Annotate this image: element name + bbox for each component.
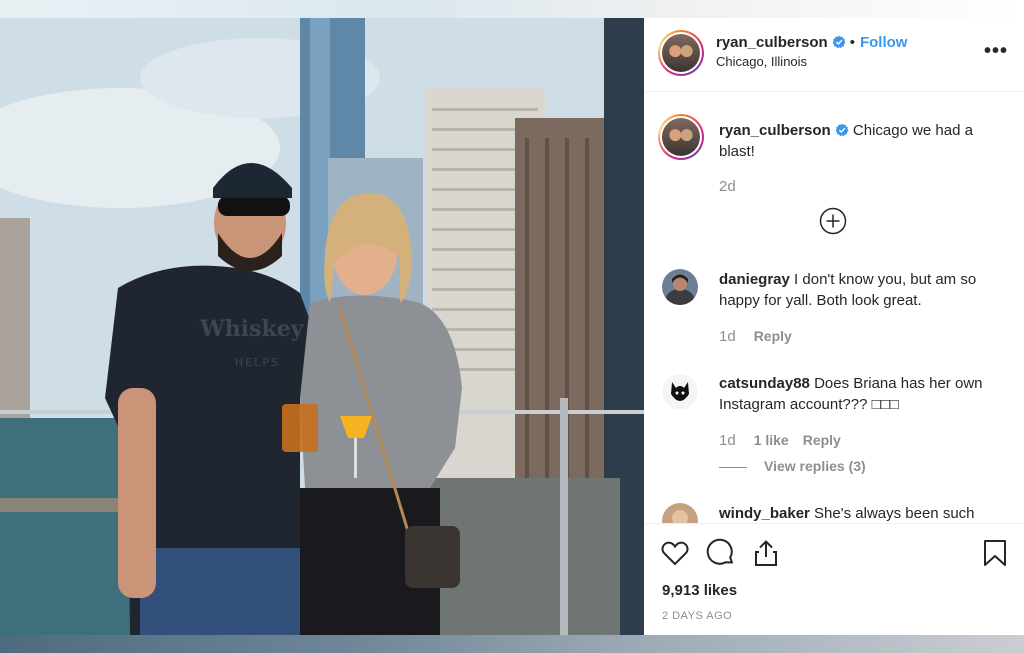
more-icon[interactable]: ••• bbox=[984, 40, 1008, 63]
comment-username[interactable]: catsunday88 bbox=[719, 375, 810, 392]
comment-username[interactable]: windy_baker bbox=[719, 505, 810, 522]
caption-time: 2d bbox=[719, 178, 736, 195]
verified-icon bbox=[832, 35, 846, 49]
comment-time: 1d bbox=[719, 328, 736, 345]
comment-time: 1d bbox=[719, 432, 736, 449]
comment-meta: 1d Reply bbox=[719, 328, 806, 345]
action-bar: 9,913 likes 2 DAYS AGO bbox=[644, 523, 1024, 635]
separator-dot: • bbox=[849, 34, 855, 51]
comment-text: catsunday88 Does Briana has her own Inst… bbox=[719, 373, 1009, 415]
comment-avatar[interactable] bbox=[662, 374, 698, 410]
comment-icon[interactable] bbox=[706, 538, 736, 568]
comment-body: She's always been such bbox=[814, 505, 975, 522]
author-line: ryan_culberson • Follow bbox=[716, 34, 907, 51]
comment-avatar[interactable] bbox=[662, 269, 698, 305]
author-avatar[interactable] bbox=[658, 30, 704, 76]
reply-button[interactable]: Reply bbox=[754, 328, 792, 344]
author-username[interactable]: ryan_culberson bbox=[716, 34, 828, 51]
verified-icon bbox=[835, 123, 849, 137]
comment-text: daniegray I don't know you, but am so ha… bbox=[719, 269, 1009, 311]
follow-button[interactable]: Follow bbox=[860, 34, 908, 51]
comment-text: windy_baker She's always been such bbox=[719, 503, 1009, 523]
photo-scene: Whiskey HELPS bbox=[0, 18, 644, 635]
comment-username[interactable]: daniegray bbox=[719, 271, 790, 288]
post-panel: ryan_culberson • Follow Chicago, Illinois … bbox=[644, 18, 1024, 635]
post-header: ryan_culberson • Follow Chicago, Illinois … bbox=[644, 18, 1024, 92]
backdrop-bottom bbox=[0, 635, 1024, 653]
replies-divider bbox=[719, 466, 747, 468]
caption-text: ryan_culberson Chicago we had a blast! bbox=[719, 120, 1009, 162]
plus-circle-icon[interactable] bbox=[819, 207, 847, 235]
comment-avatar[interactable] bbox=[662, 503, 698, 523]
shirt-subtext: HELPS bbox=[235, 356, 280, 369]
likes-count[interactable]: 9,913 likes bbox=[662, 582, 737, 599]
view-replies-button[interactable]: View replies (3) bbox=[719, 458, 866, 474]
view-replies-label: View replies (3) bbox=[764, 458, 866, 474]
caption-username[interactable]: ryan_culberson bbox=[719, 122, 831, 139]
caption-avatar[interactable] bbox=[658, 114, 704, 160]
share-icon[interactable] bbox=[751, 538, 781, 568]
comment-meta: 1d 1 like Reply bbox=[719, 432, 855, 449]
comment-likes[interactable]: 1 like bbox=[754, 432, 789, 448]
post-location[interactable]: Chicago, Illinois bbox=[716, 54, 807, 69]
heart-icon[interactable] bbox=[660, 538, 690, 568]
shirt-text: Whiskey bbox=[199, 316, 305, 342]
bookmark-icon[interactable] bbox=[980, 538, 1010, 568]
backdrop-top bbox=[0, 0, 1024, 18]
post-date[interactable]: 2 DAYS AGO bbox=[662, 610, 732, 622]
reply-button[interactable]: Reply bbox=[803, 432, 841, 448]
post-photo[interactable]: Whiskey HELPS bbox=[0, 18, 644, 635]
comments-list[interactable]: ryan_culberson Chicago we had a blast! 2… bbox=[644, 93, 1024, 523]
